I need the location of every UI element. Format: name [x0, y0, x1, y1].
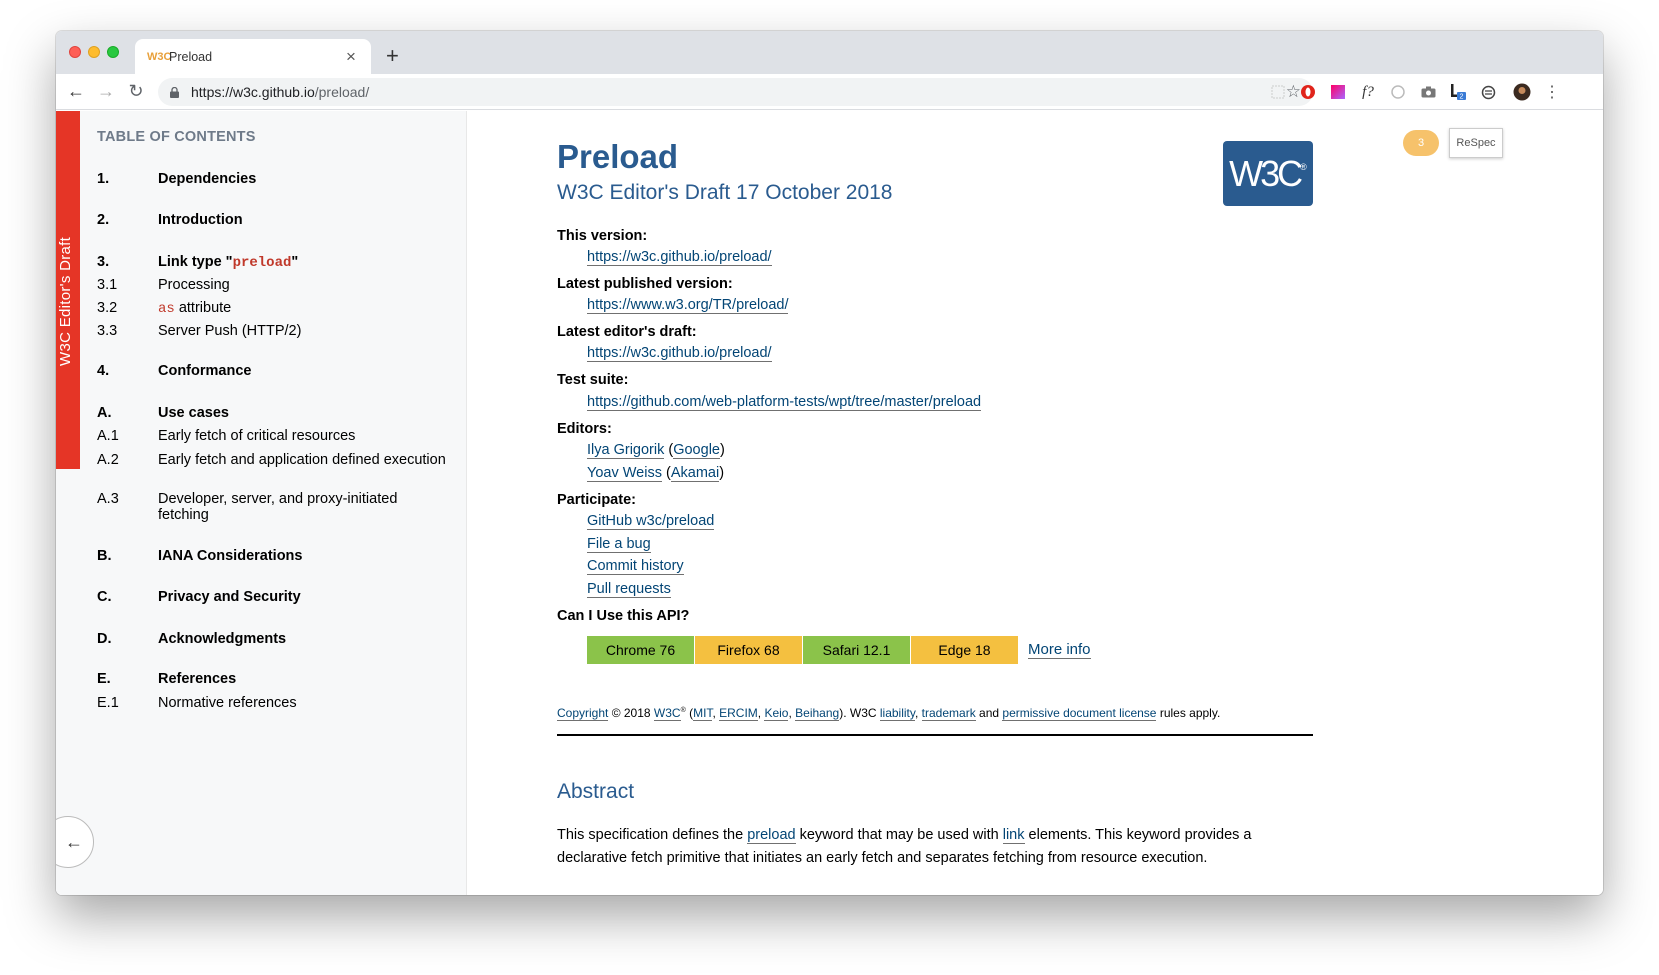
- keio-link[interactable]: Keio: [764, 706, 789, 721]
- url-text: https://w3c.github.io/preload/: [191, 84, 370, 100]
- license-link[interactable]: permissive document license: [1002, 706, 1157, 721]
- opera-extension-icon[interactable]: [1299, 83, 1317, 101]
- toc-item-normative-references[interactable]: E.1 Normative references: [97, 695, 447, 711]
- toc-item-use-cases[interactable]: A. Use cases: [97, 405, 447, 421]
- latest-published-link[interactable]: https://www.w3.org/TR/preload/: [587, 297, 789, 314]
- file-bug-link[interactable]: File a bug: [587, 536, 651, 553]
- gradient-extension-icon[interactable]: [1329, 83, 1347, 101]
- commit-history-link[interactable]: Commit history: [587, 558, 684, 575]
- latest-published-label: Latest published version:: [557, 276, 733, 292]
- abstract-heading: Abstract: [557, 780, 635, 803]
- test-suite-label: Test suite:: [557, 372, 629, 388]
- tab-close-icon[interactable]: ×: [343, 47, 359, 67]
- caniuse-label: Can I Use this API?: [557, 608, 690, 624]
- circle-extension-icon[interactable]: [1389, 83, 1407, 101]
- pull-requests-link[interactable]: Pull requests: [587, 581, 671, 598]
- font-extension-icon[interactable]: f?: [1359, 83, 1377, 101]
- toc-item-as-attribute[interactable]: 3.2 as attribute: [97, 300, 447, 317]
- caniuse-edge[interactable]: Edge 18: [911, 636, 1018, 664]
- minimize-window-button[interactable]: [88, 46, 100, 58]
- mit-link[interactable]: MIT: [693, 706, 713, 721]
- sync-extension-icon[interactable]: [1479, 83, 1497, 101]
- this-version-label: This version:: [557, 228, 648, 244]
- respec-button[interactable]: ReSpec: [1449, 128, 1503, 158]
- editor-name-link[interactable]: Yoav Weiss: [587, 465, 662, 482]
- trademark-link[interactable]: trademark: [921, 706, 976, 721]
- copyright-notice: Copyright © 2018 W3C® (MIT, ERCIM, Keio,…: [557, 706, 1221, 721]
- badge-extension-icon[interactable]: 2: [1449, 83, 1467, 101]
- new-tab-button[interactable]: +: [386, 43, 399, 69]
- extension-blank-icon[interactable]: [1269, 83, 1287, 101]
- toc-item-introduction[interactable]: 2. Introduction: [97, 212, 447, 228]
- toc-item-link-type-preload[interactable]: 3. Link type "preload": [97, 254, 447, 271]
- editors-label: Editors:: [557, 421, 612, 437]
- abstract-paragraph: This specification defines the preload k…: [557, 827, 1252, 866]
- tab-strip: W3C Preload × +: [56, 31, 1603, 74]
- svg-text:2: 2: [1460, 94, 1464, 101]
- editor-org-link[interactable]: Akamai: [670, 465, 720, 482]
- profile-avatar[interactable]: [1513, 83, 1531, 101]
- reload-icon[interactable]: ↻: [125, 81, 147, 102]
- camera-icon[interactable]: [1419, 83, 1437, 101]
- copyright-link[interactable]: Copyright: [557, 706, 609, 721]
- toc-sidebar: W3C Editor's Draft TABLE OF CONTENTS 1. D…: [56, 111, 467, 895]
- toc-item-references[interactable]: E. References: [97, 671, 447, 687]
- respec-error-count-badge[interactable]: 3: [1403, 130, 1439, 156]
- preload-keyword-link[interactable]: preload: [747, 827, 796, 844]
- draft-status-strip: W3C Editor's Draft: [56, 111, 80, 469]
- test-suite-link[interactable]: https://github.com/web-platform-tests/wp…: [587, 394, 982, 411]
- left-arrow-icon: ←: [65, 831, 83, 852]
- caniuse-firefox[interactable]: Firefox 68: [695, 636, 802, 664]
- tab-title: Preload: [169, 49, 213, 64]
- caniuse-support-table: Chrome 76 Firefox 68 Safari 12.1 Edge 18…: [587, 636, 1091, 664]
- document-main: 3 ReSpec Preload W3C Editor's Draft 17 O…: [468, 111, 1603, 895]
- latest-editors-label: Latest editor's draft:: [557, 324, 697, 340]
- back-arrow-icon[interactable]: ←: [65, 81, 87, 102]
- caniuse-safari[interactable]: Safari 12.1: [803, 636, 910, 664]
- browser-window: W3C Preload × + ← → ↻ https://w3c.github…: [56, 31, 1603, 895]
- toc-item-early-fetch-application[interactable]: A.2 Early fetch and application defined e…: [97, 452, 447, 468]
- browser-toolbar: ← → ↻ https://w3c.github.io/preload/ ☆ f…: [56, 74, 1603, 110]
- forward-arrow-icon[interactable]: →: [95, 81, 117, 102]
- link-element-link[interactable]: link: [1002, 827, 1025, 844]
- this-version-link[interactable]: https://w3c.github.io/preload/: [587, 249, 772, 266]
- toc-item-acknowledgments[interactable]: D. Acknowledgments: [97, 631, 447, 647]
- toc-item-privacy-security[interactable]: C. Privacy and Security: [97, 589, 447, 605]
- editor-entry: Ilya Grigorik (Google): [587, 442, 725, 459]
- beihang-link[interactable]: Beihang: [795, 706, 840, 721]
- collapse-toc-button[interactable]: ←: [56, 816, 94, 868]
- toc-heading: TABLE OF CONTENTS: [97, 129, 256, 145]
- editor-org-link[interactable]: Google: [673, 442, 720, 459]
- w3c-link[interactable]: W3C: [653, 706, 681, 721]
- liability-link[interactable]: liability: [879, 706, 915, 721]
- caniuse-chrome[interactable]: Chrome 76: [587, 636, 694, 664]
- github-repo-link[interactable]: GitHub w3c/preload: [587, 513, 715, 530]
- divider: [557, 734, 1313, 736]
- draft-status-label: W3C Editor's Draft: [57, 236, 74, 366]
- page-content: W3C Editor's Draft TABLE OF CONTENTS 1. D…: [56, 111, 1603, 895]
- editor-entry: Yoav Weiss (Akamai): [587, 465, 725, 482]
- tab-preload[interactable]: W3C Preload ×: [135, 39, 371, 74]
- w3c-logo[interactable]: W3C ®: [1223, 141, 1313, 206]
- toc-item-server-push[interactable]: 3.3 Server Push (HTTP/2): [97, 323, 447, 339]
- toc-item-early-fetch-critical[interactable]: A.1 Early fetch of critical resources: [97, 428, 447, 444]
- w3c-favicon-icon: W3C: [147, 50, 172, 63]
- toc-item-processing[interactable]: 3.1 Processing: [97, 277, 447, 293]
- toc-item-conformance[interactable]: 4. Conformance: [97, 363, 447, 379]
- toc-item-developer-server-proxy[interactable]: A.3 Developer, server, and proxy-initiate…: [97, 491, 447, 523]
- page-title: Preload: [557, 138, 679, 175]
- ercim-link[interactable]: ERCIM: [719, 706, 758, 721]
- close-window-button[interactable]: [69, 46, 81, 58]
- toc-item-iana[interactable]: B. IANA Considerations: [97, 548, 447, 564]
- kebab-menu-icon[interactable]: ⋮: [1543, 83, 1561, 101]
- editor-name-link[interactable]: Ilya Grigorik: [587, 442, 665, 459]
- toc-item-dependencies[interactable]: 1. Dependencies: [97, 171, 447, 187]
- participate-label: Participate:: [557, 492, 636, 508]
- maximize-window-button[interactable]: [107, 46, 119, 58]
- address-bar[interactable]: https://w3c.github.io/preload/ ☆: [158, 78, 1313, 106]
- latest-editors-link[interactable]: https://w3c.github.io/preload/: [587, 345, 772, 362]
- lock-icon: [170, 86, 179, 98]
- caniuse-more-info-link[interactable]: More info: [1028, 641, 1091, 659]
- page-subtitle: W3C Editor's Draft 17 October 2018: [557, 181, 893, 204]
